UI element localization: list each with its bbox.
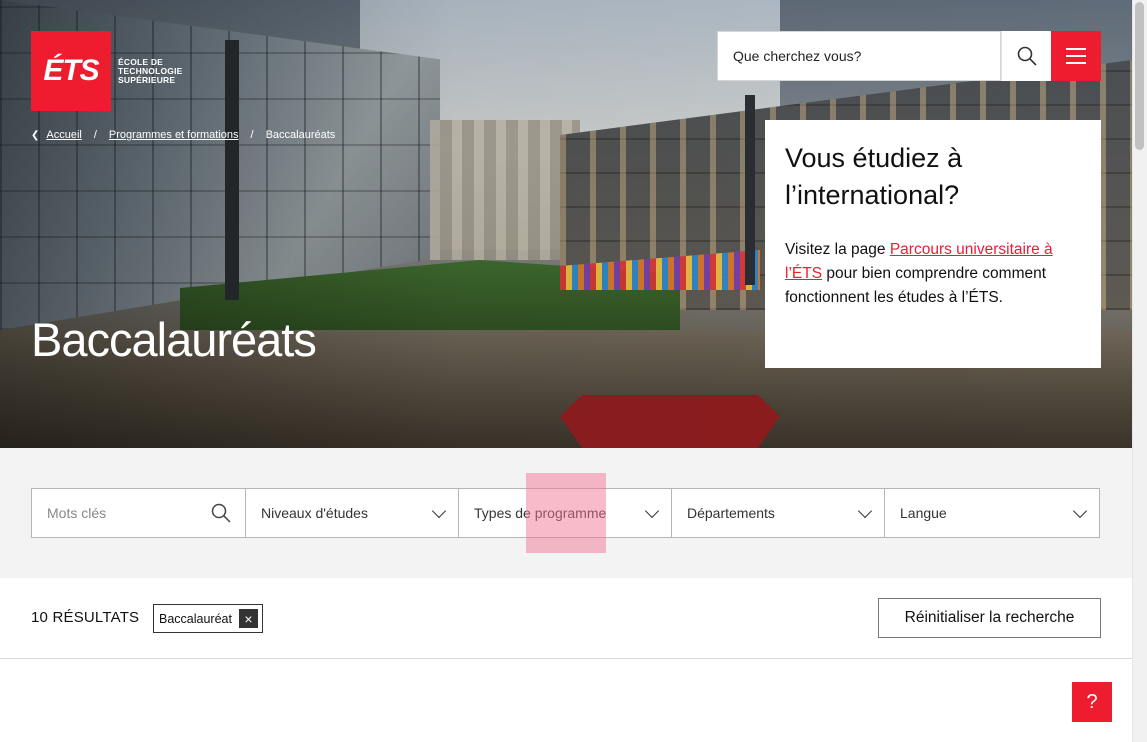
menu-button[interactable] bbox=[1051, 31, 1101, 81]
breadcrumb-current: Baccalauréats bbox=[265, 129, 336, 141]
logo-mark: ÉTS bbox=[31, 31, 111, 111]
keywords-input[interactable]: Mots clés bbox=[31, 488, 246, 538]
tag-label: Baccalauréat bbox=[159, 611, 232, 626]
page-title: Baccalauréats bbox=[31, 313, 317, 366]
select-label: Niveaux d'études bbox=[261, 505, 368, 521]
breadcrumb-link-programs[interactable]: Programmes et formations bbox=[109, 129, 239, 141]
card-text-before: Visitez la page bbox=[785, 241, 890, 258]
active-filter-tag[interactable]: Baccalauréat × bbox=[153, 604, 263, 633]
select-label: Langue bbox=[900, 505, 947, 521]
breadcrumb-separator: / bbox=[250, 129, 254, 141]
select-language[interactable]: Langue bbox=[884, 488, 1100, 538]
close-icon[interactable]: × bbox=[238, 609, 258, 628]
results-count: 10 RÉSULTATS bbox=[31, 609, 140, 626]
search-icon bbox=[211, 503, 231, 523]
chevron-down-icon bbox=[857, 503, 873, 518]
chevron-down-icon bbox=[431, 503, 447, 518]
chevron-down-icon bbox=[1072, 503, 1088, 518]
select-study-level[interactable]: Niveaux d'études bbox=[245, 488, 459, 538]
breadcrumb: ❮ Accueil / Programmes et formations / B… bbox=[31, 129, 335, 141]
breadcrumb-separator: / bbox=[93, 129, 97, 141]
international-info-card: Vous étudiez à l’international? Visitez … bbox=[765, 120, 1101, 368]
search-icon bbox=[1017, 46, 1037, 66]
card-text: Visitez la page Parcours universitaire à… bbox=[785, 238, 1081, 310]
select-departments[interactable]: Départements bbox=[671, 488, 885, 538]
click-highlight-overlay bbox=[526, 473, 606, 553]
hamburger-icon bbox=[1066, 62, 1086, 64]
site-search-button[interactable] bbox=[1001, 31, 1051, 81]
chevron-down-icon bbox=[644, 503, 660, 518]
ets-logo[interactable]: ÉTS ÉCOLE DE TECHNOLOGIE SUPÉRIEURE bbox=[31, 31, 193, 111]
scrollbar-thumb[interactable] bbox=[1135, 2, 1144, 150]
select-label: Départements bbox=[687, 505, 775, 521]
card-title: Vous étudiez à l’international? bbox=[785, 143, 963, 210]
chevron-left-icon: ❮ bbox=[31, 129, 40, 141]
results-bar: 10 RÉSULTATS Baccalauréat × Réinitialise… bbox=[0, 578, 1132, 659]
breadcrumb-link-home[interactable]: Accueil bbox=[46, 129, 81, 141]
site-search-input[interactable]: Que cherchez vous? bbox=[717, 31, 1001, 81]
hamburger-icon bbox=[1066, 48, 1086, 50]
hamburger-icon bbox=[1066, 55, 1086, 57]
keywords-placeholder: Mots clés bbox=[47, 505, 107, 521]
reset-search-button[interactable]: Réinitialiser la recherche bbox=[878, 598, 1101, 638]
help-button[interactable]: ? bbox=[1072, 682, 1112, 722]
logo-text: ÉCOLE DE TECHNOLOGIE SUPÉRIEURE bbox=[118, 56, 183, 85]
card-text-after: pour bien comprendre comment fonctionnen… bbox=[785, 265, 1047, 306]
